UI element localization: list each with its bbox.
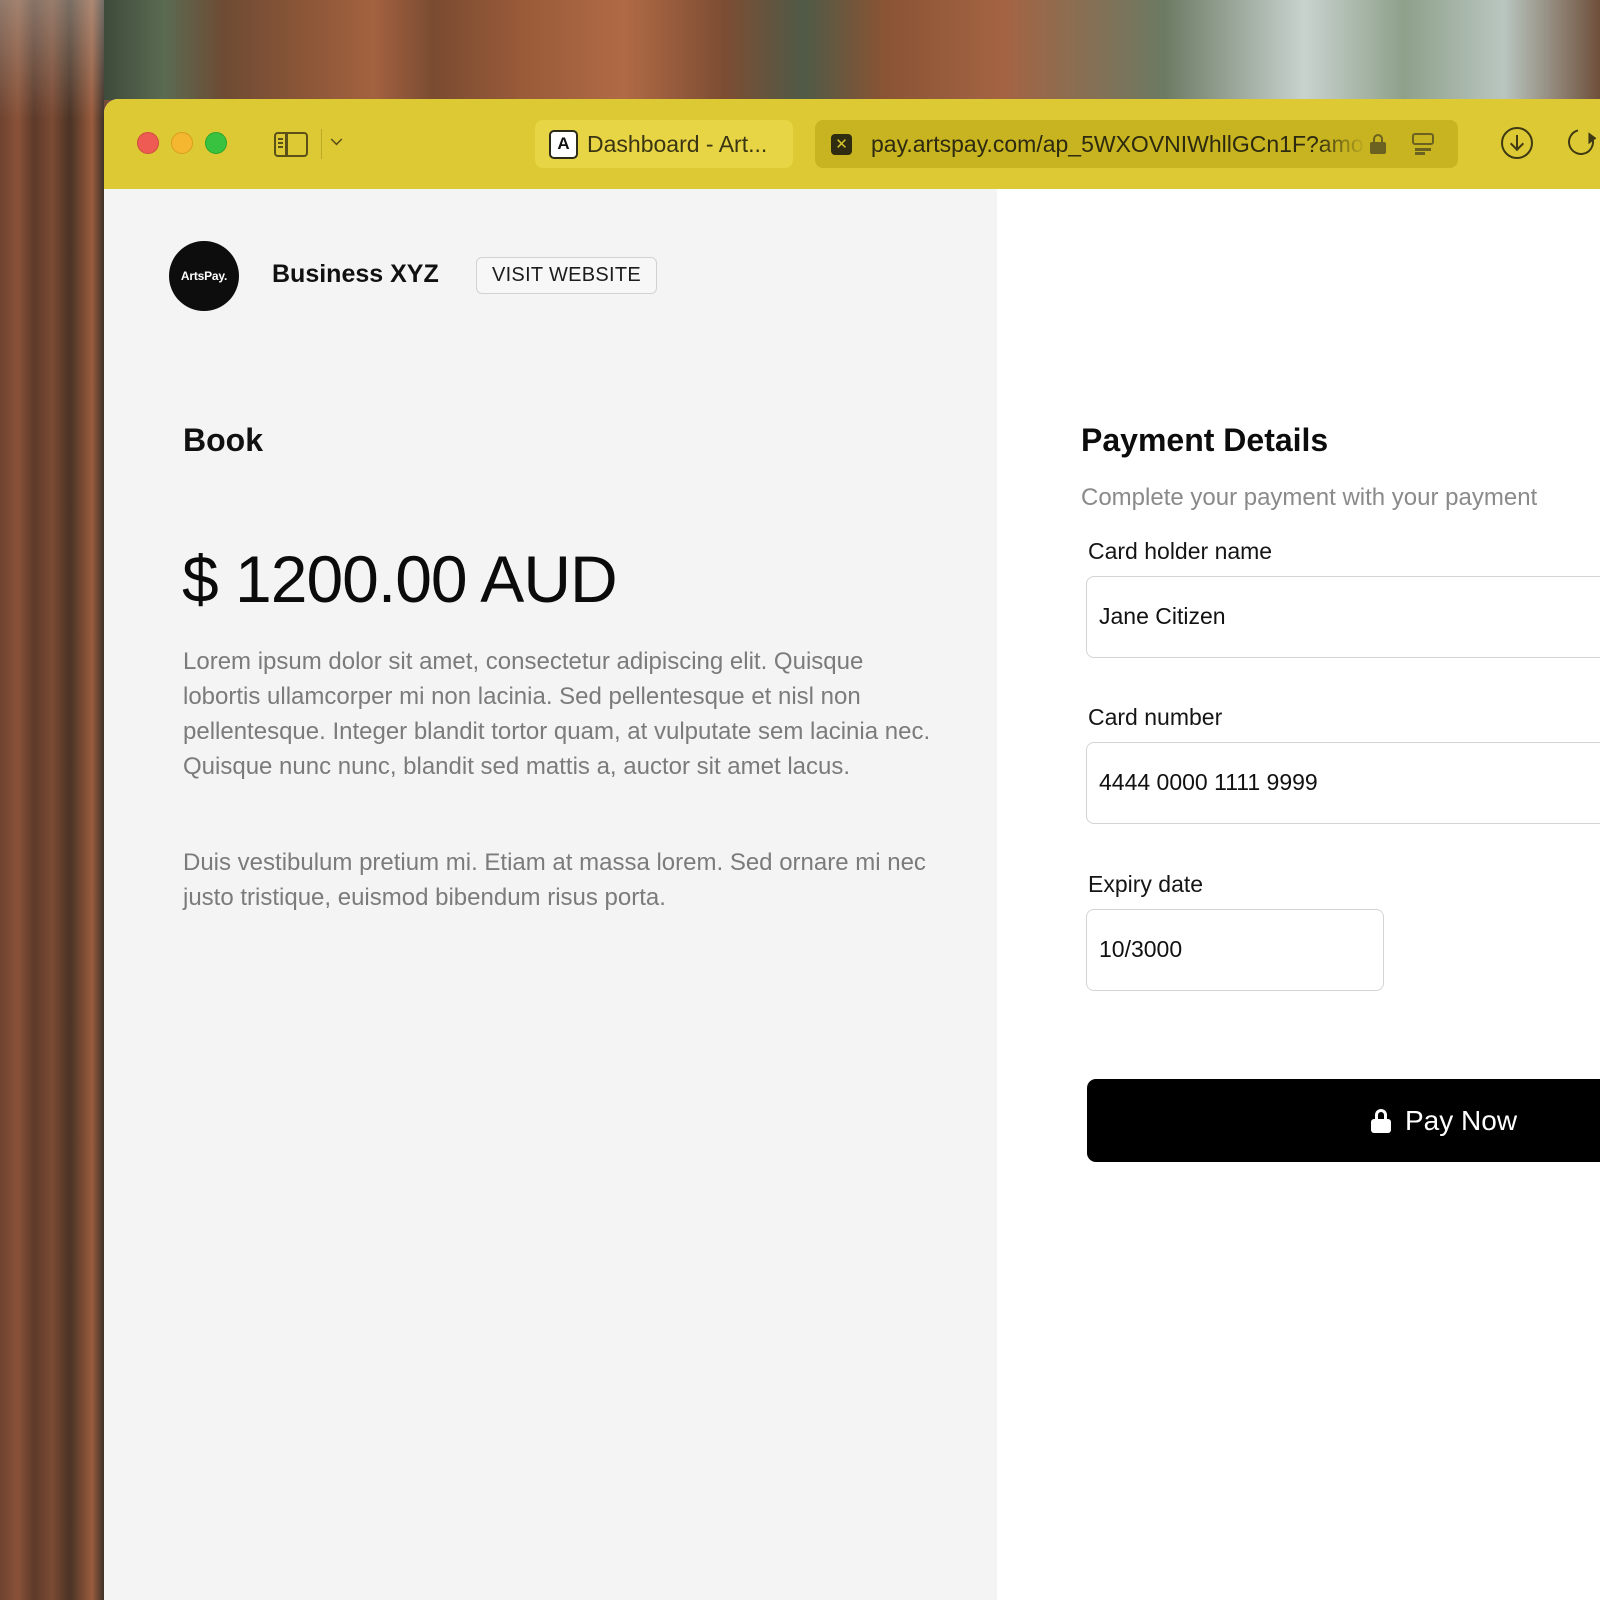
browser-window: A Dashboard - Art... ✕ pay.artspay.com/a…	[104, 99, 1600, 1600]
card-holder-label: Card holder name	[1088, 538, 1273, 564]
business-name: Business XYZ	[272, 260, 439, 288]
zoom-window-button[interactable]	[205, 132, 227, 154]
tab-dashboard[interactable]: A Dashboard - Art...	[535, 120, 793, 168]
card-number-input[interactable]: 4444 0000 1111 9999	[1086, 742, 1600, 824]
tab-title: Dashboard - Art...	[587, 130, 768, 157]
close-window-button[interactable]	[137, 132, 159, 154]
lock-icon[interactable]	[1370, 134, 1386, 154]
chevron-down-icon[interactable]	[330, 133, 343, 146]
expiry-date-label: Expiry date	[1088, 871, 1204, 897]
reader-view-icon[interactable]	[1412, 133, 1434, 155]
browser-toolbar: A Dashboard - Art... ✕ pay.artspay.com/a…	[104, 99, 1600, 189]
payment-subtitle: Complete your payment with your payment	[1081, 484, 1538, 511]
reload-icon[interactable]	[1563, 124, 1599, 160]
product-description: Lorem ipsum dolor sit amet, consectetur …	[183, 648, 931, 780]
visit-website-button[interactable]: VISIT WEBSITE	[476, 257, 657, 294]
product-title: Book	[183, 422, 263, 458]
sidebar-toggle-icon[interactable]	[274, 132, 308, 157]
address-bar[interactable]: ✕ pay.artspay.com/ap_5WXOVNIWhllGCn1F?am…	[815, 120, 1458, 168]
card-holder-input[interactable]: Jane Citizen	[1086, 576, 1600, 658]
desktop-wallpaper-top	[104, 0, 1600, 100]
card-number-label: Card number	[1088, 704, 1223, 730]
payment-panel: Payment Details Complete your payment wi…	[997, 189, 1600, 1600]
product-description-secondary: Duis vestibulum pretium mi. Etiam at mas…	[183, 849, 926, 911]
artspay-logo: ArtsPay.	[169, 241, 239, 311]
tab-favicon-icon: A	[549, 129, 578, 159]
site-favicon-icon: ✕	[831, 133, 852, 155]
pay-now-button[interactable]: Pay Now	[1087, 1079, 1600, 1162]
product-panel: ArtsPay. Business XYZ VISIT WEBSITE Book…	[104, 189, 997, 1600]
expiry-date-input[interactable]: 10/3000	[1086, 909, 1384, 991]
payment-heading: Payment Details	[1081, 422, 1329, 458]
downloads-icon[interactable]	[1501, 127, 1533, 159]
lock-icon	[1371, 1108, 1391, 1133]
pay-now-label: Pay Now	[1405, 1104, 1518, 1136]
toolbar-divider	[321, 129, 322, 159]
minimize-window-button[interactable]	[171, 132, 193, 154]
url-text[interactable]: pay.artspay.com/ap_5WXOVNIWhllGCn1F?amo	[871, 131, 1366, 158]
product-price: $ 1200.00 AUD	[182, 542, 618, 616]
